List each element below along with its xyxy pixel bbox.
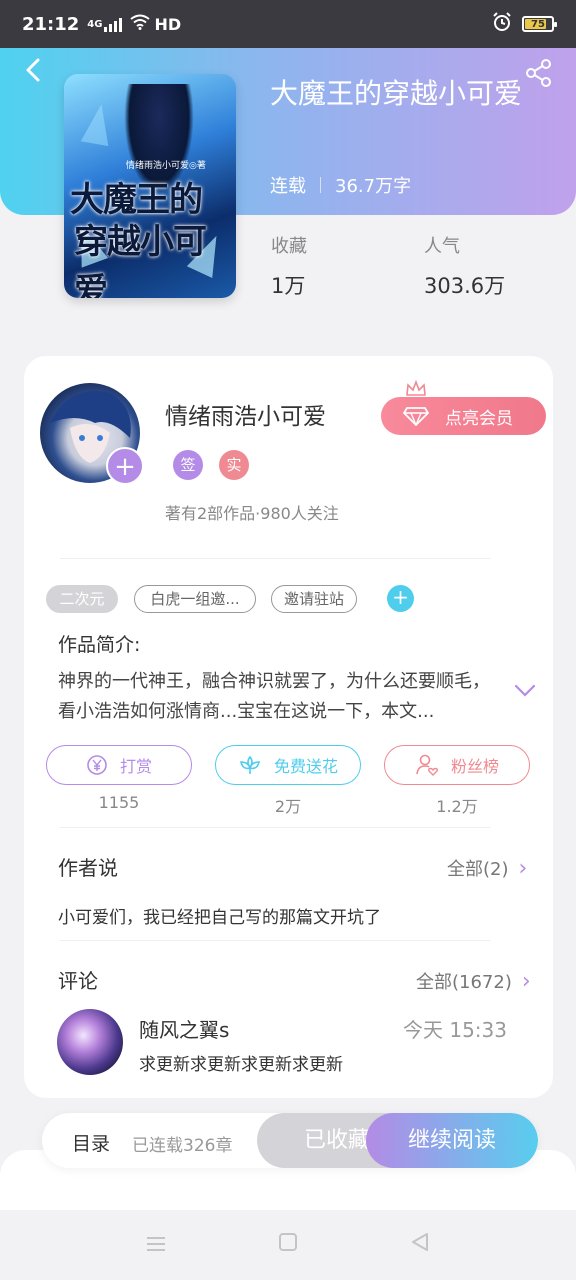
add-tag-button[interactable]: + bbox=[387, 585, 414, 612]
flower-count: 2万 bbox=[274, 797, 302, 816]
expand-intro-button[interactable] bbox=[514, 683, 536, 697]
comment-text: 求更新求更新求更新求更新 bbox=[139, 1055, 343, 1075]
author-summary: 著有2部作品·980人关注 bbox=[165, 504, 339, 523]
battery-level: 75 bbox=[531, 18, 545, 30]
intro-title: 作品简介: bbox=[58, 634, 141, 656]
stat-label: 收藏 bbox=[271, 236, 307, 257]
fan-ranking-button[interactable]: 粉丝榜 bbox=[384, 745, 530, 785]
system-nav-bar bbox=[0, 1210, 576, 1280]
commenter-name[interactable]: 随风之翼s bbox=[139, 1014, 229, 1043]
status-time: 21:12 bbox=[22, 13, 80, 35]
send-flower-label: 免费送花 bbox=[273, 757, 338, 776]
yen-coin-icon bbox=[87, 755, 107, 775]
book-status: 连载 bbox=[270, 176, 306, 197]
signal-icon bbox=[104, 16, 123, 32]
author-says-text: 小可爱们，我已经把自己写的那篇文开坑了 bbox=[58, 908, 381, 928]
cover-title-line2: 穿越小可爱 bbox=[74, 222, 207, 298]
stat-label: 人气 bbox=[424, 236, 460, 257]
chapter-count: 已连载326章 bbox=[132, 1136, 233, 1156]
author-says-more[interactable]: 全部(2) › bbox=[447, 855, 527, 881]
cover-author-mark: 情绪雨浩小可爱◎著 bbox=[126, 161, 206, 171]
diamond-icon bbox=[403, 407, 429, 426]
bottom-action-bar: 目录 已连载326章 已收藏 继续阅读 bbox=[42, 1113, 538, 1168]
divider bbox=[60, 940, 490, 941]
follow-author-button[interactable]: + bbox=[106, 447, 144, 485]
crown-icon bbox=[405, 379, 427, 398]
author-name[interactable]: 情绪雨浩小可爱 bbox=[165, 397, 326, 431]
divider bbox=[60, 827, 490, 828]
reward-count: 1155 bbox=[98, 793, 140, 812]
book-meta: 连载 36.7万字 bbox=[270, 172, 411, 198]
book-title: 大魔王的穿越小可爱 bbox=[270, 77, 523, 110]
flower-icon bbox=[239, 755, 261, 774]
reward-label: 打赏 bbox=[119, 757, 152, 776]
tag-invite[interactable]: 邀请驻站 bbox=[271, 585, 357, 613]
chevron-right-icon: › bbox=[521, 968, 531, 994]
fan-count: 1.2万 bbox=[436, 797, 478, 816]
author-says-title: 作者说 bbox=[58, 856, 118, 880]
chevron-down-icon bbox=[514, 684, 536, 697]
tag-genre[interactable]: 二次元 bbox=[46, 585, 118, 613]
commenter-avatar[interactable] bbox=[57, 1009, 123, 1075]
comments-more[interactable]: 全部(1672) › bbox=[416, 968, 531, 994]
user-heart-icon bbox=[416, 754, 438, 776]
stat-popularity: 人气 303.6万 bbox=[424, 232, 505, 300]
tag-group[interactable]: 白虎一组邀... bbox=[134, 585, 256, 613]
send-flower-button[interactable]: 免费送花 bbox=[215, 745, 361, 785]
vip-button[interactable]: 点亮会员 bbox=[381, 397, 546, 435]
author-says-more-label: 全部(2) bbox=[447, 859, 509, 880]
reward-button[interactable]: 打赏 bbox=[46, 745, 192, 785]
stat-value: 303.6万 bbox=[424, 274, 506, 298]
back-button[interactable] bbox=[20, 56, 48, 84]
verified-badge: 实 bbox=[219, 450, 249, 480]
stat-value: 1万 bbox=[271, 274, 306, 298]
back-nav-icon[interactable] bbox=[409, 1231, 431, 1259]
battery-icon: 75 bbox=[522, 16, 557, 32]
comments-title: 评论 bbox=[58, 969, 98, 993]
intro-text: 神界的一代神王，融合神识就罢了，为什么还要顺毛，看小浩浩如何涨情商...宝宝在这… bbox=[58, 671, 490, 722]
home-icon[interactable] bbox=[277, 1231, 299, 1259]
toc-button[interactable]: 目录 bbox=[72, 1129, 110, 1156]
chevron-right-icon: › bbox=[518, 855, 528, 881]
book-word-count: 36.7万字 bbox=[335, 176, 412, 197]
hd-indicator: HD bbox=[154, 14, 182, 34]
fan-ranking-label: 粉丝榜 bbox=[450, 757, 499, 776]
vip-button-label: 点亮会员 bbox=[445, 408, 513, 429]
comment-time: 今天 15:33 bbox=[403, 1018, 507, 1042]
comments-more-label: 全部(1672) bbox=[416, 972, 512, 993]
continue-reading-button[interactable]: 继续阅读 bbox=[366, 1113, 538, 1168]
book-cover[interactable]: 情绪雨浩小可爱◎著 大魔王的 穿越小可爱 bbox=[64, 74, 236, 298]
status-bar: 21:12 4G HD 75 bbox=[0, 0, 576, 48]
wifi-icon bbox=[130, 14, 151, 34]
stat-collect: 收藏 1万 bbox=[271, 232, 307, 300]
signed-badge: 签 bbox=[173, 450, 203, 480]
alarm-icon bbox=[492, 11, 512, 37]
network-type: 4G bbox=[87, 18, 103, 30]
menu-icon[interactable] bbox=[145, 1231, 167, 1259]
divider bbox=[60, 558, 490, 559]
